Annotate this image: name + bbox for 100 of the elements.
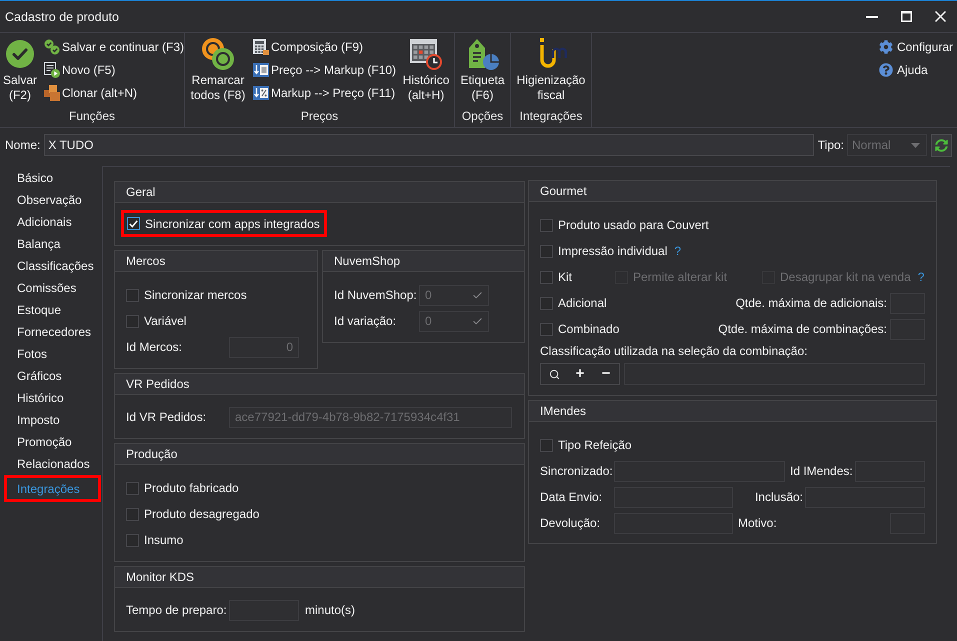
checkbox-label: Sincronizar mercos: [144, 288, 247, 302]
checkbox[interactable]: [127, 217, 140, 230]
ribbon-button[interactable]: Salvar e continuar (F3): [44, 35, 184, 58]
field-label: Id NuvemShop:: [334, 288, 417, 302]
remove-button[interactable]: −: [593, 364, 619, 384]
field-label: Tempo de preparo:: [126, 603, 227, 617]
field-label: Data Envio:: [540, 490, 602, 504]
calculator-icon: [253, 38, 269, 54]
field-label: Id VR Pedidos:: [126, 410, 206, 424]
sidebar-item[interactable]: Comissões: [0, 277, 102, 299]
ribbon-group-label: Preços: [300, 108, 338, 125]
checkbox-label: Tipo Refeição: [558, 438, 632, 452]
field-label: Id IMendes:: [790, 464, 853, 478]
field-label: Id variação:: [334, 314, 396, 328]
down-arrow-percent-tile-icon: [253, 84, 269, 100]
maximize-icon: [900, 11, 912, 22]
panel-title: Monitor KDS: [126, 570, 194, 584]
field-label: Sincronizado:: [540, 464, 613, 478]
checkbox[interactable]: [126, 482, 139, 494]
refresh-button[interactable]: [931, 134, 952, 156]
checkbox-label: Sincronizar com apps integrados: [145, 216, 320, 230]
sidebar-item[interactable]: Classificações: [0, 255, 102, 277]
ribbon-group-label: Funções: [68, 108, 116, 125]
checkbox-label: Permite alterar kit: [633, 270, 728, 284]
sidebar-item[interactable]: Observação: [0, 189, 102, 211]
checkbox-label: Kit: [558, 270, 572, 284]
field-label: Classificação utilizada na seleção da combinação:: [540, 343, 808, 360]
panel-title: VR Pedidos: [126, 377, 190, 391]
field-label: Inclusão:: [754, 490, 803, 504]
checkbox-label: Produto fabricado: [144, 481, 239, 495]
ribbon-button[interactable]: Etiqueta (F6): [455, 33, 510, 105]
panel-title: Produção: [126, 447, 178, 461]
ribbon-button[interactable]: Salvar (F2): [2, 33, 38, 105]
calendar-clock-icon: [410, 38, 442, 70]
sidebar-item[interactable]: Adicionais: [0, 211, 102, 233]
checkbox-label: Produto usado para Couvert: [558, 218, 709, 232]
checkbox[interactable]: [126, 288, 139, 302]
unit-label: minuto(s): [305, 603, 356, 617]
checkbox-label: Desagrupar kit na venda: [780, 270, 911, 284]
window-title: Cadastro de produto: [5, 10, 119, 24]
refresh-icon: [935, 138, 948, 152]
checkbox-label: Adicional: [558, 296, 607, 310]
close-icon: [934, 11, 946, 22]
ribbon-button[interactable]: Clonar (alt+N): [44, 81, 184, 104]
ribbon-group-label: Opções: [462, 108, 504, 125]
ribbon-button[interactable]: Preço --> Markup (F10): [253, 58, 396, 81]
checkbox[interactable]: [540, 438, 553, 452]
panel-title: Mercos: [126, 254, 166, 268]
panel-title: NuvemShop: [334, 254, 400, 268]
gear-icon: [878, 40, 893, 54]
name-input[interactable]: X TUDO: [44, 134, 814, 156]
field-label: Devolução:: [540, 516, 600, 530]
sidebar-item[interactable]: Gráficos: [0, 365, 102, 387]
sidebar-item[interactable]: Básico: [0, 167, 102, 189]
sidebar-item[interactable]: Histórico: [0, 387, 102, 409]
field-label: Id Mercos:: [126, 340, 182, 354]
sidebar-item[interactable]: Integrações: [7, 478, 98, 499]
field-label: Tipo:: [818, 138, 844, 152]
add-button[interactable]: +: [567, 364, 593, 384]
field-label: Qtde. máxima de adicionais:: [736, 296, 887, 310]
ribbon-button[interactable]: Novo (F5): [44, 58, 184, 81]
sidebar-item[interactable]: Promoção: [0, 431, 102, 453]
check-icon: [472, 316, 483, 326]
settings-link[interactable]: Configurar: [878, 35, 953, 58]
checkbox[interactable]: [126, 508, 139, 520]
checkbox-label: Produto desagregado: [144, 507, 260, 521]
checkbox-label: Variável: [144, 314, 186, 328]
sidebar-item[interactable]: Relacionados: [0, 453, 102, 475]
ribbon-button[interactable]: Histórico (alt+H): [400, 33, 452, 105]
field-label: Nome:: [5, 138, 40, 152]
sidebar-item[interactable]: Imposto: [0, 409, 102, 431]
boxes-icon: [44, 84, 60, 100]
checkbox[interactable]: [540, 322, 553, 336]
checkbox[interactable]: [126, 534, 139, 546]
checkbox[interactable]: [540, 270, 553, 284]
ribbon-group-label: Integrações: [520, 108, 582, 125]
help-link[interactable]: ?: [674, 244, 682, 258]
ribbon-button[interactable]: Remarcar todos (F8): [189, 33, 247, 105]
panel-title: Gourmet: [540, 184, 587, 198]
checkbox[interactable]: [540, 296, 553, 310]
sidebar-item[interactable]: Estoque: [0, 299, 102, 321]
sidebar-item[interactable]: Fornecedores: [0, 321, 102, 343]
help-link[interactable]: Ajuda: [878, 58, 953, 81]
checkbox-label: Impressão individual: [558, 244, 668, 258]
sidebar-item[interactable]: Balança: [0, 233, 102, 255]
caret-icon: [911, 142, 920, 148]
sidebar-item[interactable]: Fotos: [0, 343, 102, 365]
field-label: Motivo:: [738, 516, 777, 530]
down-arrow-tile-icon: [253, 62, 269, 78]
ribbon-button[interactable]: Higienização fiscal: [513, 33, 589, 105]
panel-title: Geral: [126, 185, 156, 199]
checkbox-label: Combinado: [558, 322, 620, 336]
field-label: Qtde. máxima de combinações:: [718, 322, 887, 336]
ribbon-button[interactable]: Composição (F9): [253, 35, 396, 58]
minimize-icon: [866, 16, 878, 18]
checkbox[interactable]: [540, 244, 553, 258]
tag-chart-icon: [466, 38, 498, 70]
ribbon-button[interactable]: Markup --> Preço (F11): [253, 81, 396, 104]
checkbox[interactable]: [540, 218, 553, 232]
checkbox[interactable]: [126, 314, 139, 328]
